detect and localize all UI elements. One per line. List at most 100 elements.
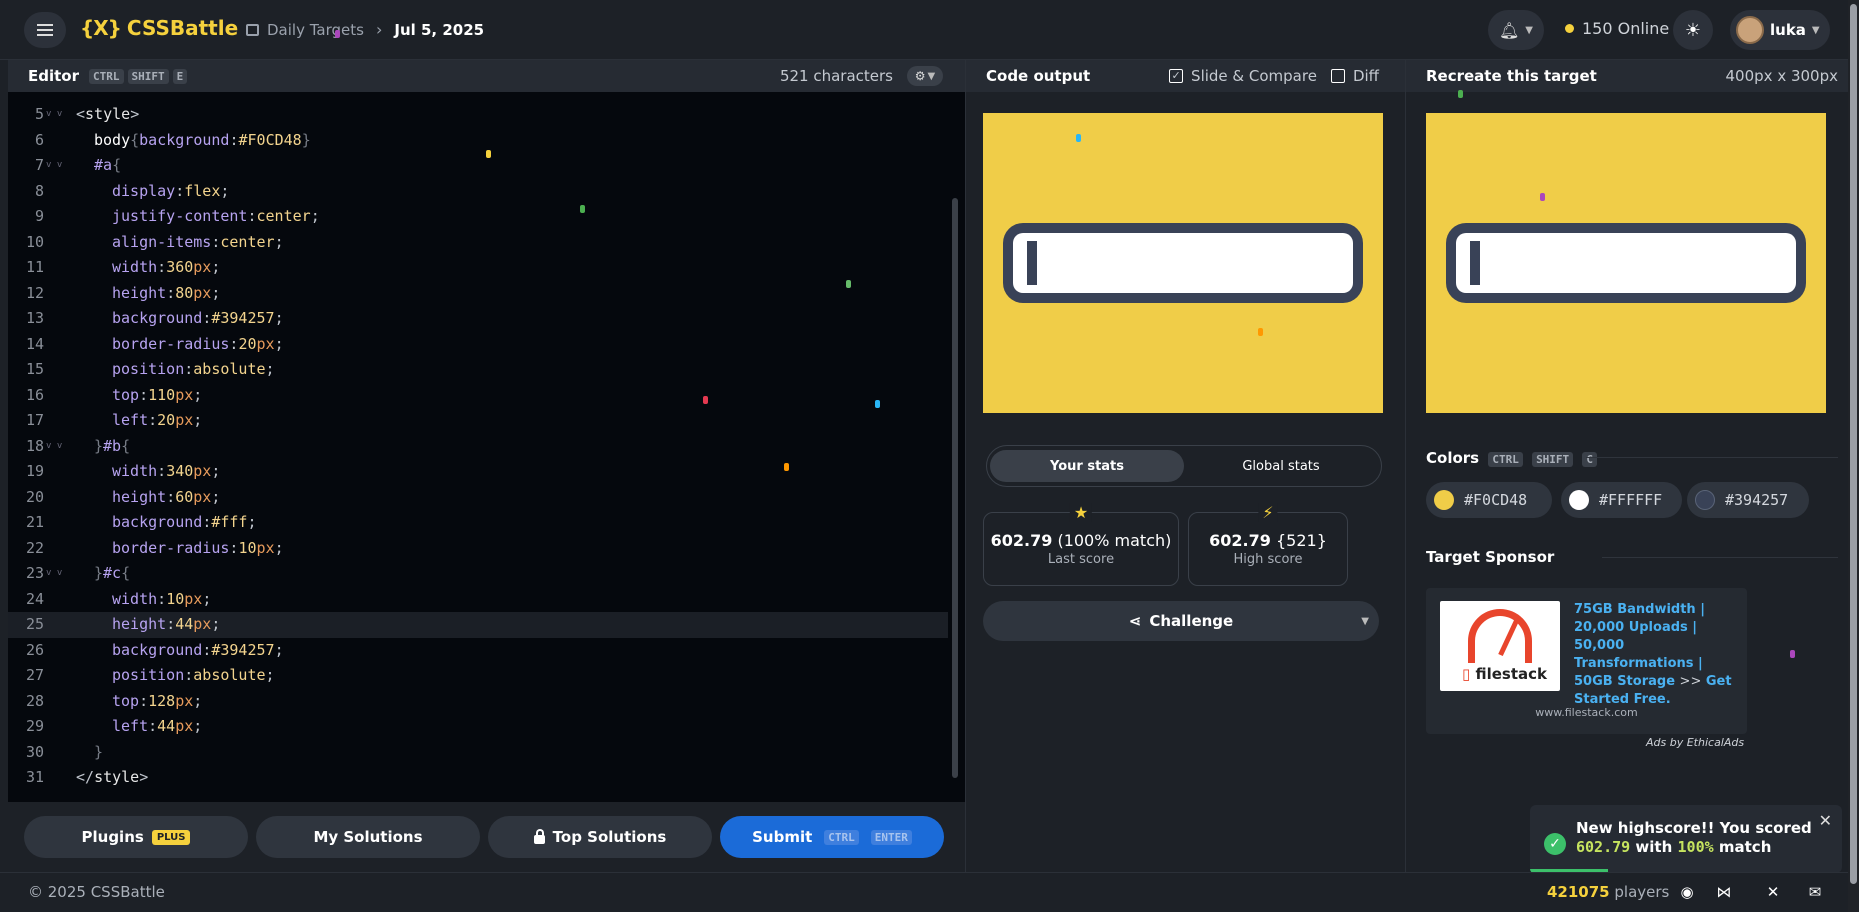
fold-chevron-icon[interactable]: v v bbox=[46, 153, 62, 179]
code-line[interactable]: 28 top:128px; bbox=[8, 689, 948, 715]
code-line[interactable]: 24 width:10px; bbox=[8, 587, 948, 613]
color-swatch-2[interactable]: #FFFFFF bbox=[1561, 482, 1682, 518]
close-icon[interactable]: ✕ bbox=[1819, 811, 1832, 830]
output-canvas[interactable] bbox=[983, 113, 1383, 413]
toast-with: with bbox=[1635, 838, 1673, 856]
code-token: height bbox=[112, 615, 167, 633]
code-text: height:44px; bbox=[112, 612, 220, 638]
plugins-label: Plugins bbox=[81, 828, 144, 846]
code-line[interactable]: 9 justify-content:center; bbox=[8, 204, 948, 230]
line-number: 30 bbox=[25, 742, 44, 761]
toast-match-word: match bbox=[1718, 838, 1772, 856]
diff-label: Diff bbox=[1352, 67, 1379, 85]
code-line[interactable]: 13 background:#394257; bbox=[8, 306, 948, 332]
submit-label: Submit bbox=[752, 828, 813, 846]
code-token: : bbox=[148, 411, 158, 429]
target-shape-c bbox=[1470, 241, 1480, 285]
code-token: px bbox=[193, 487, 212, 506]
code-line[interactable]: 11 width:360px; bbox=[8, 255, 948, 281]
code-line[interactable]: 17 left:20px; bbox=[8, 408, 948, 434]
code-line[interactable]: 18 v v}#b{ bbox=[8, 434, 948, 460]
code-line[interactable]: 14 border-radius:20px; bbox=[8, 332, 948, 358]
submit-button[interactable]: Submit CTRL ENTER bbox=[720, 816, 944, 858]
code-token: top bbox=[112, 691, 140, 710]
menu-button[interactable] bbox=[24, 12, 66, 48]
code-token: : bbox=[202, 309, 212, 327]
slide-compare-toggle[interactable]: ✓ Slide & Compare bbox=[1169, 67, 1317, 85]
code-line[interactable]: 10 align-items:center; bbox=[8, 230, 948, 256]
tab-your-stats[interactable]: Your stats bbox=[990, 450, 1184, 482]
user-menu[interactable]: luka ▼ bbox=[1730, 10, 1830, 50]
code-token: { bbox=[112, 156, 122, 174]
code-line[interactable]: 22 border-radius:10px; bbox=[8, 536, 948, 562]
diff-checkbox[interactable] bbox=[1330, 69, 1345, 83]
code-line[interactable]: 12 height:80px; bbox=[8, 281, 948, 307]
code-token: : bbox=[202, 640, 212, 659]
logo[interactable]: {X} CSSBattle bbox=[80, 16, 238, 40]
code-token: > bbox=[139, 768, 149, 786]
code-line[interactable]: 26 background:#394257; bbox=[8, 638, 948, 664]
editor-scrollbar-thumb[interactable] bbox=[952, 198, 958, 778]
code-line[interactable]: 27 position:absolute; bbox=[8, 663, 948, 689]
ad-copy[interactable]: 75GB Bandwidth | 20,000 Uploads | 50,000… bbox=[1574, 601, 1740, 709]
x-icon[interactable]: ✕ bbox=[1763, 883, 1783, 903]
challenge-button[interactable]: ⋖ Challenge ▼ bbox=[983, 601, 1379, 641]
code-line[interactable]: 6 body{background:#F0CD48} bbox=[8, 128, 948, 154]
players-count: 421075 players bbox=[1547, 883, 1670, 901]
toast-match: 100% bbox=[1677, 838, 1714, 856]
fold-chevron-icon[interactable]: v v bbox=[46, 434, 62, 460]
code-line[interactable]: 25 height:44px; bbox=[8, 612, 948, 638]
last-score-card: ★ 602.79 (100% match) Last score bbox=[983, 503, 1179, 586]
fold-chevron-icon[interactable]: v v bbox=[46, 561, 62, 587]
editor-title: Editor bbox=[28, 67, 79, 85]
tab-global-stats[interactable]: Global stats bbox=[1184, 450, 1378, 482]
page-scrollbar-thumb[interactable] bbox=[1850, 4, 1857, 884]
breadcrumb-daily-targets[interactable]: Daily Targets bbox=[267, 21, 364, 39]
ad-url[interactable]: www.filestack.com bbox=[1426, 706, 1747, 719]
code-token: ; bbox=[211, 487, 221, 506]
code-token: border-radius bbox=[112, 334, 230, 353]
code-line[interactable]: 29 left:44px; bbox=[8, 714, 948, 740]
discord-icon[interactable]: ◉ bbox=[1677, 883, 1697, 903]
code-text: body{background:#F0CD48} bbox=[94, 128, 311, 154]
ethical-ads-label[interactable]: Ads by EthicalAds bbox=[1646, 736, 1744, 749]
mail-icon[interactable]: ✉ bbox=[1805, 883, 1825, 903]
code-token: justify-content bbox=[112, 207, 248, 225]
code-line[interactable]: 31 </style> bbox=[8, 765, 948, 791]
color-swatch-3[interactable]: #394257 bbox=[1687, 482, 1809, 518]
code-line[interactable]: 5v v <style> bbox=[8, 102, 948, 128]
editor-scrollbar[interactable] bbox=[950, 98, 960, 788]
code-line[interactable]: 8 display:flex; bbox=[8, 179, 948, 205]
color-swatch-1[interactable]: #F0CD48 bbox=[1426, 482, 1552, 518]
ad-brand: ▯ filestack bbox=[1462, 665, 1548, 683]
chevron-down-icon[interactable]: ▼ bbox=[1361, 616, 1369, 627]
sponsor-title: Target Sponsor bbox=[1426, 548, 1555, 566]
notifications-button[interactable]: 🔔︎ ▼ bbox=[1488, 10, 1544, 50]
code-token: center bbox=[220, 232, 275, 251]
code-editor[interactable]: 5v v <style> 6 body{background:#F0CD48} 7 v v… bbox=[8, 102, 948, 791]
slide-compare-checkbox[interactable]: ✓ bbox=[1169, 69, 1184, 83]
last-score-label: Last score bbox=[1047, 552, 1115, 567]
plugins-button[interactable]: Plugins PLUS bbox=[24, 816, 248, 858]
code-line[interactable]: 23 v v}#c{ bbox=[8, 561, 948, 587]
sponsor-ad[interactable]: ▯ filestack 75GB Bandwidth | 20,000 Uplo… bbox=[1426, 588, 1747, 734]
top-solutions-button[interactable]: Top Solutions bbox=[488, 816, 712, 858]
code-line[interactable]: 21 background:#fff; bbox=[8, 510, 948, 536]
bluesky-icon[interactable]: ⋈ bbox=[1714, 883, 1734, 903]
page-scrollbar[interactable] bbox=[1848, 0, 1859, 912]
code-token: #a bbox=[94, 156, 113, 174]
online-count: 150 Online bbox=[1565, 19, 1669, 38]
my-solutions-button[interactable]: My Solutions bbox=[256, 816, 480, 858]
code-line[interactable]: 15 position:absolute; bbox=[8, 357, 948, 383]
code-line[interactable]: 16 top:110px; bbox=[8, 383, 948, 409]
fold-chevron-icon[interactable]: v v bbox=[46, 102, 62, 128]
editor-settings-button[interactable]: ⚙ ▼ bbox=[907, 66, 943, 86]
code-line[interactable]: 19 width:340px; bbox=[8, 459, 948, 485]
code-line[interactable]: 20 height:60px; bbox=[8, 485, 948, 511]
editor-header: Editor CTRL SHIFT E 521 characters ⚙ ▼ bbox=[8, 60, 965, 92]
diff-toggle[interactable]: Diff bbox=[1330, 67, 1379, 85]
code-line[interactable]: 30} bbox=[8, 740, 948, 766]
code-token: center bbox=[256, 207, 311, 225]
theme-toggle-button[interactable]: ☀ bbox=[1673, 10, 1713, 50]
code-line[interactable]: 7v v #a{ bbox=[8, 153, 948, 179]
